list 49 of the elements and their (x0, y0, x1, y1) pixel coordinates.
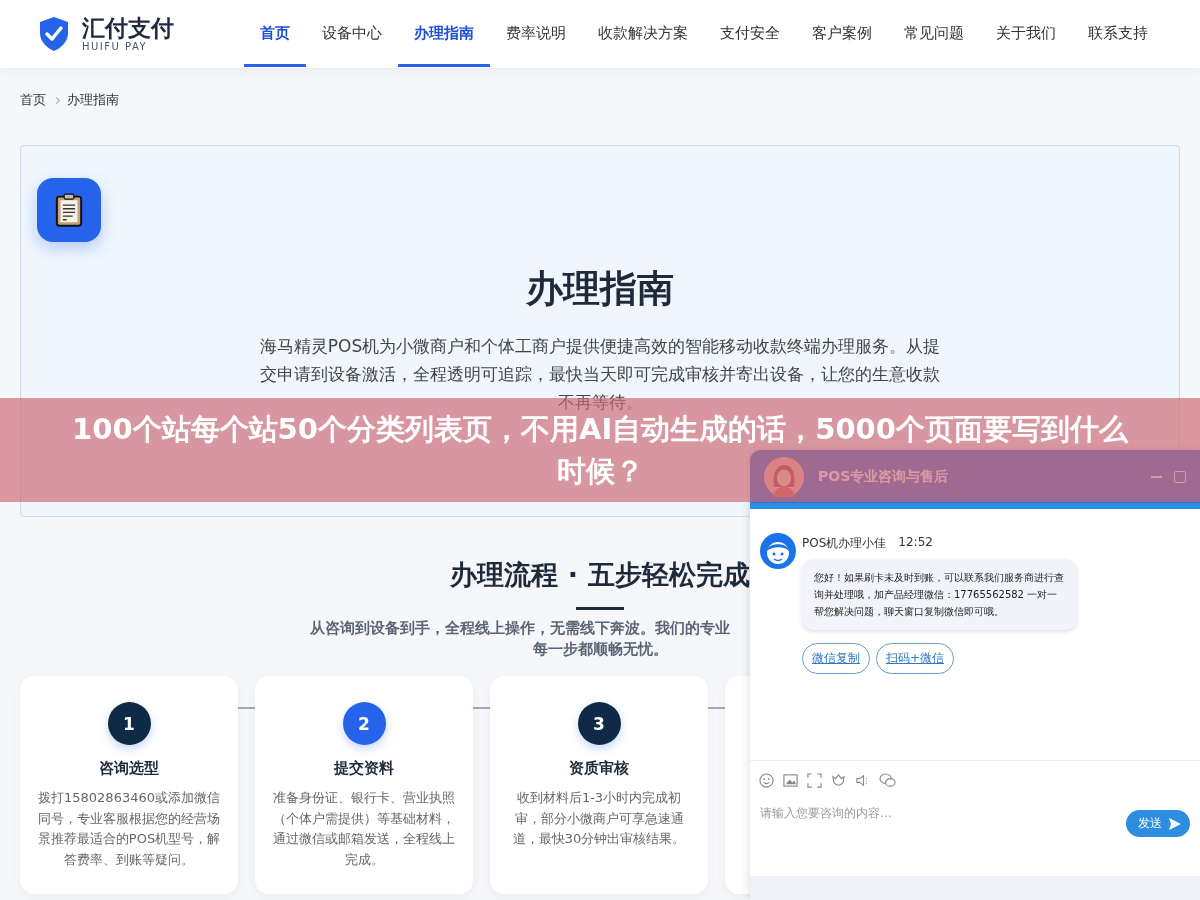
send-icon (1168, 816, 1182, 831)
section-title: 办理流程 · 五步轻松完成 (450, 558, 750, 592)
step-title: 咨询选型 (99, 759, 159, 778)
section-subtitle: 从咨询到设备到手，全程线上操作，无需线下奔波。我们的专业 (310, 619, 730, 638)
chat-title: POS专业咨询与售后 (818, 467, 949, 486)
message-input[interactable]: 请输入您要咨询的内容... (760, 798, 1126, 828)
nav-link[interactable]: 联系支持 (1072, 1, 1164, 67)
shield-check-icon (38, 16, 70, 52)
flower-icon[interactable] (831, 772, 846, 788)
quick-reply-button[interactable]: 微信复制 (802, 643, 870, 674)
speaker-icon[interactable] (855, 772, 870, 788)
nav-link[interactable]: 收款解决方案 (582, 1, 704, 67)
image-icon[interactable] (783, 772, 798, 788)
nav-link[interactable]: 办理指南 (398, 1, 490, 67)
clipboard-icon (37, 178, 101, 242)
nav-link[interactable]: 费率说明 (490, 1, 582, 67)
maximize-icon[interactable] (1174, 470, 1186, 483)
step-number: 1 (107, 702, 151, 745)
message-time: 12:52 (898, 535, 933, 551)
minimize-icon[interactable] (1151, 475, 1162, 478)
avatar-icon (760, 533, 796, 569)
nav-link[interactable]: 首页 (244, 1, 306, 67)
logo-subtitle: HUIFU PAY (82, 41, 149, 53)
step-description: 准备身份证、银行卡、营业执照（个体户需提供）等基础材料，通过微信或邮箱发送，全程线上完成。 (272, 789, 456, 869)
page-title: 办理指南 (526, 266, 674, 312)
nav-link[interactable]: 设备中心 (306, 1, 398, 67)
step-title: 提交资料 (334, 759, 394, 778)
send-button[interactable]: 发送 (1126, 810, 1190, 837)
step-description: 收到材料后1-3小时内完成初审，部分小微商户可享急速通道，最快30分钟出审核结果。 (511, 789, 687, 848)
nav-link[interactable]: 支付安全 (704, 1, 796, 67)
step-number: 2 (342, 702, 386, 745)
nav-link[interactable]: 常见问题 (888, 1, 980, 67)
step-number: 3 (577, 702, 621, 745)
step-description: 拨打15802863460或添加微信同号，专业客服根据您的经营场景推荐最适合的POS机型号，解答费率、到账等疑问。 (36, 789, 222, 869)
screenshot-icon[interactable] (807, 772, 822, 788)
message-bubble: 您好！如果刷卡未及时到账，可以联系我们服务商进行查询并处理哦，加产品经理微信：17765562582 一对一帮您解决问题，聊天窗口复制微信即可哦。 (802, 559, 1077, 630)
breadcrumb-link[interactable]: 办理指南 (67, 91, 119, 109)
sender-name: POS机办理小佳 (802, 535, 887, 552)
logo-title: 汇付支付 (82, 15, 174, 42)
intro-paragraph: 海马精灵POS机为小微商户和个体工商户提供便捷高效的智能移动收款终端办理服务。从提交申请到设备激活，全程透明可追踪，最快当天即可完成审核并寄出设备，让您的生意收款不再等待。 (258, 335, 942, 414)
quick-reply-button[interactable]: 扫码+微信 (876, 643, 955, 674)
agent-avatar (764, 456, 804, 497)
breadcrumb-link[interactable]: 首页 (20, 91, 46, 109)
wechat-icon[interactable] (879, 772, 896, 788)
section-subtitle: 每一步都顺畅无忧。 (532, 640, 668, 659)
nav-link[interactable]: 关于我们 (980, 1, 1072, 67)
step-title: 资质审核 (569, 759, 629, 778)
nav-link[interactable]: 客户案例 (796, 1, 888, 67)
emoji-icon[interactable] (759, 772, 774, 788)
